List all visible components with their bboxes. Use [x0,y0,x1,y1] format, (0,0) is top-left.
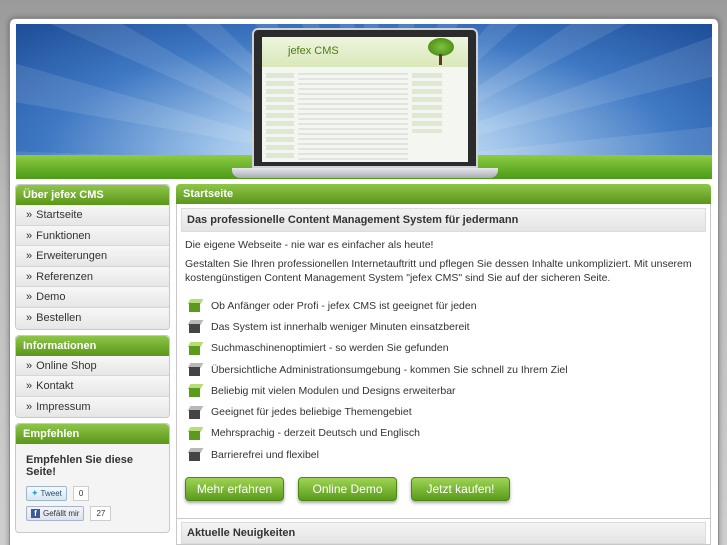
sidebar-box-about: Über jefex CMS » Startseite » Funktionen »… [15,184,170,330]
list-item: Das System ist innerhalb weniger Minuten… [187,316,706,337]
sidebar-title-empfehlen: Empfehlen [16,424,169,445]
main-title: Startseite [176,184,711,204]
laptop-screenshot: jefex CMS [262,37,468,162]
screenshot-right-column [412,73,442,133]
list-item: Mehrsprachig - derzeit Deutsch und Engli… [187,423,706,444]
laptop-base [232,168,498,178]
screenshot-content [298,73,408,161]
main-box: Das professionelle Content Management Sy… [176,204,711,525]
more-info-button[interactable]: Mehr erfahren [185,477,284,502]
laptop-screen: jefex CMS [252,28,478,168]
sidebar-item-referenzen[interactable]: » Referenzen [16,266,169,288]
empfehlen-body: Empfehlen Sie diese Seite! ✦ Tweet 0 f Gef… [16,444,169,533]
action-buttons: Mehr erfahren Online Demo Jetzt kaufen! [181,477,706,502]
sidebar-item-kontakt[interactable]: » Kontakt [16,376,169,397]
dark-cube-icon [187,448,204,462]
intro-paragraph: Gestalten Sie Ihren professionellen Inte… [185,258,692,284]
tweet-count: 0 [72,486,90,502]
tweet-button[interactable]: ✦ Tweet [26,486,67,502]
like-count: 27 [90,506,112,522]
news-heading: Aktuelle Neuigkeiten [181,522,706,544]
like-row: f Gefällt mir 27 [26,506,159,522]
list-item: Geeignet für jedes beliebige Themengebie… [187,401,706,422]
list-item: Übersichtliche Administrationsumgebung -… [187,359,706,380]
list-item: Suchmaschinenoptimiert - so werden Sie g… [187,338,706,359]
empfehlen-text: Empfehlen Sie diese Seite! [26,454,133,479]
sidebar-item-erweiterungen[interactable]: » Erweiterungen [16,246,169,267]
intro-text: Die eigene Webseite - nie war es einfach… [185,239,434,251]
screenshot-logo: jefex CMS [288,45,339,57]
sidebar-item-bestellen[interactable]: » Bestellen [16,307,169,329]
sidebar-item-online-shop[interactable]: » Online Shop [16,355,169,377]
news-box: Aktuelle Neuigkeiten [176,518,711,545]
sidebar-box-info: Informationen » Online Shop » Kontakt » Imp… [15,334,170,419]
sidebar-title-about: Über jefex CMS [16,185,169,205]
sidebar-box-empfehlen: Empfehlen Empfehlen Sie diese Seite! ✦ Tw… [15,423,170,534]
feature-list: Ob Anfänger oder Profi - jefex CMS ist g… [181,295,706,465]
buy-now-button[interactable]: Jetzt kaufen! [411,477,510,502]
online-demo-button[interactable]: Online Demo [298,477,397,502]
dark-cube-icon [187,320,204,334]
header-banner: jefex CMS [16,24,712,179]
dark-cube-icon [187,363,204,377]
main-content: Startseite Das professionelle Content Ma… [176,184,711,525]
screenshot-sidebar [266,73,294,161]
green-cube-icon [187,299,204,313]
green-cube-icon [187,426,204,440]
list-item: Barrierefrei und flexibel [187,444,706,465]
twitter-bird-icon: ✦ [31,488,39,499]
list-item: Beliebig mit vielen Modulen und Designs … [187,380,706,401]
list-item: Ob Anfänger oder Profi - jefex CMS ist g… [187,295,706,316]
tweet-row: ✦ Tweet 0 [26,486,159,502]
content-heading: Das professionelle Content Management Sy… [181,208,706,232]
sidebar-item-impressum[interactable]: » Impressum [16,396,169,418]
green-cube-icon [187,384,204,398]
sidebar-item-startseite[interactable]: » Startseite [16,205,169,226]
facebook-like-button[interactable]: f Gefällt mir [26,506,85,522]
screenshot-header: jefex CMS [262,37,468,67]
sidebar-title-info: Informationen [16,335,169,356]
dark-cube-icon [187,405,204,419]
green-cube-icon [187,341,204,355]
sidebar-item-funktionen[interactable]: » Funktionen [16,225,169,247]
facebook-icon: f [31,509,40,519]
sidebar-item-demo[interactable]: » Demo [16,287,169,308]
sidebar: Über jefex CMS » Startseite » Funktionen »… [15,184,170,538]
tree-icon [426,38,456,66]
